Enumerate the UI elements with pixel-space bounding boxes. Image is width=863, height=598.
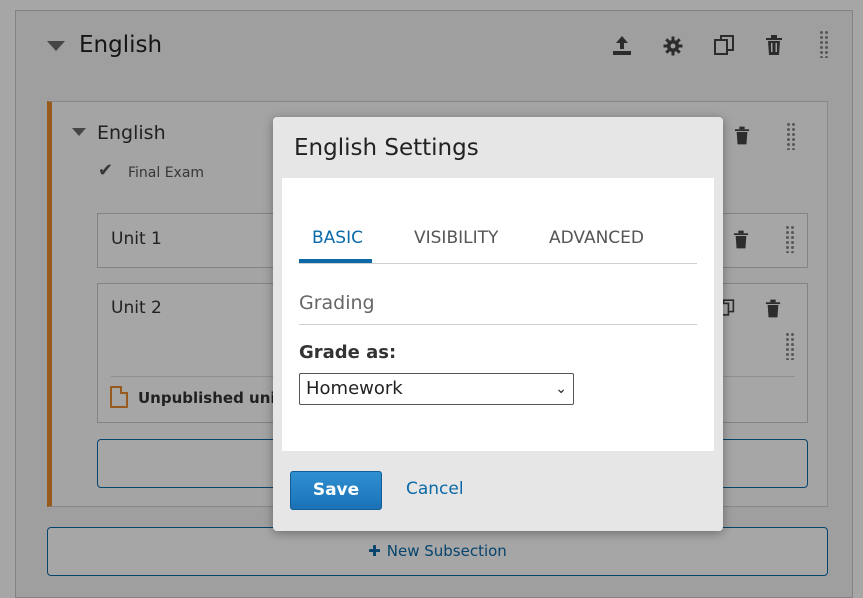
grading-divider	[299, 324, 697, 325]
cancel-button[interactable]: Cancel	[406, 479, 464, 499]
grade-as-select[interactable]: Homework ⌄	[299, 373, 574, 405]
grade-as-selected-value: Homework	[306, 378, 403, 399]
tab-advanced[interactable]: ADVANCED	[549, 228, 644, 248]
modal-title: English Settings	[294, 135, 479, 161]
active-tab-indicator	[299, 259, 372, 263]
save-button[interactable]: Save	[290, 471, 382, 510]
tab-visibility[interactable]: VISIBILITY	[414, 228, 498, 248]
grading-heading: Grading	[299, 292, 375, 314]
modal-body: BASIC VISIBILITY ADVANCED Grading Grade …	[282, 178, 714, 451]
tab-basic[interactable]: BASIC	[312, 228, 363, 248]
settings-modal: English Settings BASIC VISIBILITY ADVANC…	[273, 117, 723, 531]
chevron-down-icon: ⌄	[555, 381, 567, 397]
grade-as-label: Grade as:	[299, 342, 397, 363]
settings-tabs: BASIC VISIBILITY ADVANCED	[299, 214, 697, 264]
